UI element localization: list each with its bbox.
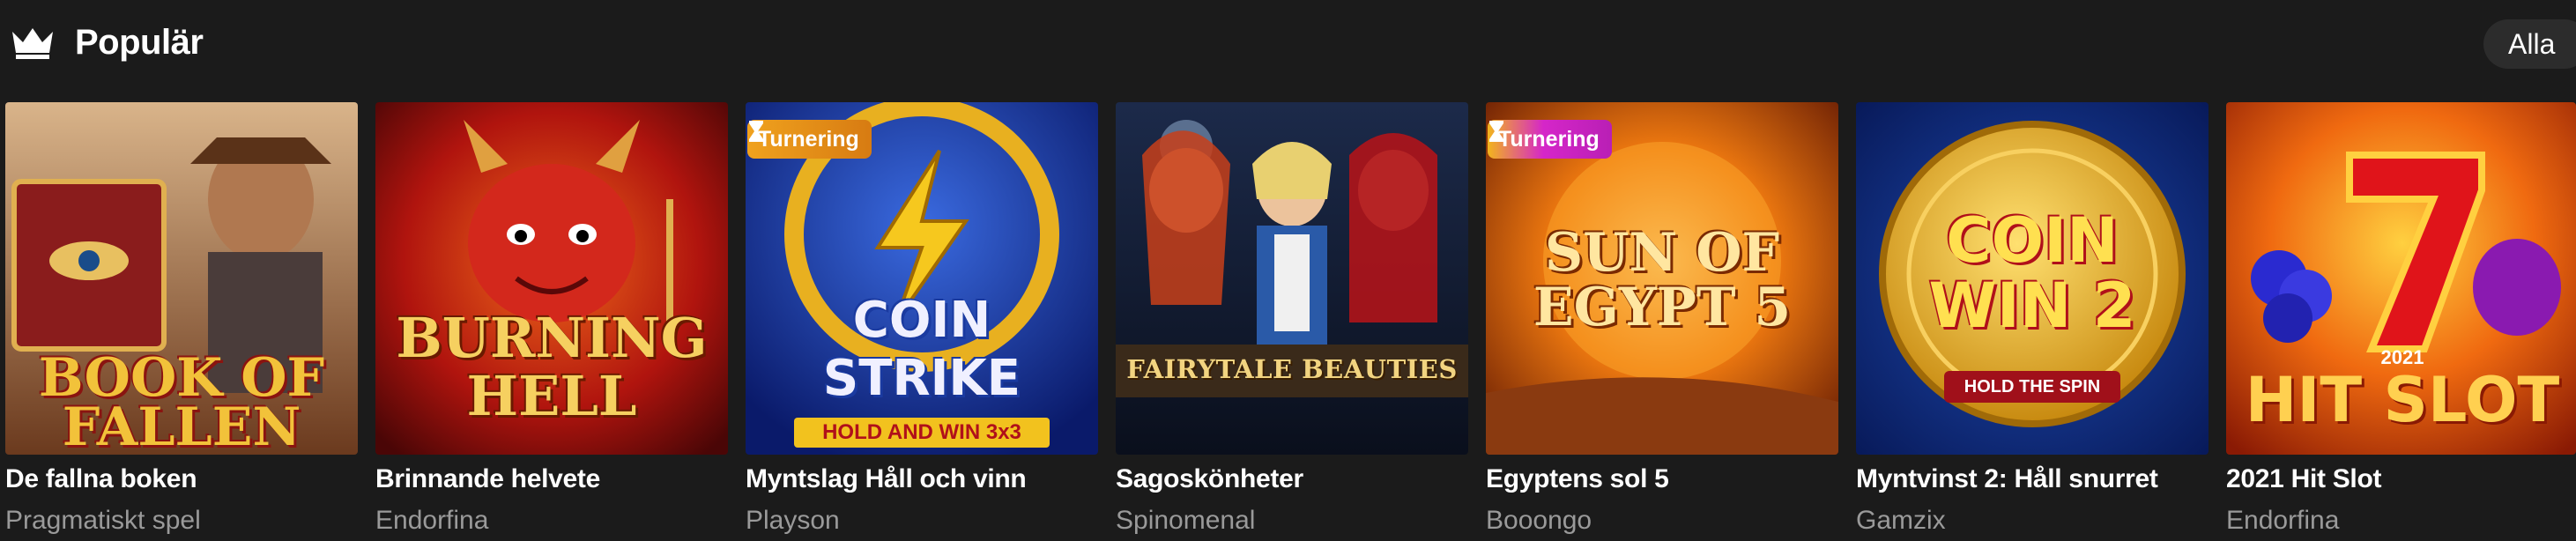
game-thumbnail[interactable]: COIN WIN 2 HOLD THE SPIN <box>1856 102 2209 455</box>
game-art-text: SUN OF EGYPT 5 <box>1533 222 1792 338</box>
game-provider: Spinomenal <box>1116 506 1256 535</box>
game-card-coin-win-2[interactable]: COIN WIN 2 HOLD THE SPIN Myntvinst 2: Hå… <box>1856 102 2209 541</box>
game-title[interactable]: Myntslag Håll och vinn <box>746 462 1098 497</box>
game-title[interactable]: Brinnande helvete <box>375 462 728 497</box>
game-provider: Booongo <box>1486 506 1592 535</box>
game-art-text: BURNING HELL <box>396 306 708 428</box>
game-art-subtext: HOLD AND WIN 3x3 <box>794 418 1050 448</box>
game-card-sun-of-egypt-5[interactable]: Turnering SUN OF EGYPT 5 Egyptens sol 5 … <box>1486 102 1838 541</box>
show-all-button[interactable]: Alla <box>2483 19 2576 69</box>
game-art-text: BOOK OF FALLEN <box>38 347 325 455</box>
game-provider: Playson <box>746 506 840 535</box>
game-card-fairytale-beauties[interactable]: FAIRYTALE BEAUTIES Sagoskönheter Spinome… <box>1116 102 1468 541</box>
game-provider: Pragmatiskt spel <box>5 506 201 535</box>
game-card-burning-hell[interactable]: BURNING HELL Brinnande helvete Endorfina <box>375 102 728 541</box>
game-provider: Gamzix <box>1856 506 1946 535</box>
game-thumbnail[interactable]: Turnering SUN OF EGYPT 5 <box>1486 102 1838 455</box>
tournament-badge: Turnering <box>1488 120 1612 159</box>
game-thumbnail[interactable]: Turnering COIN STRIKE HOLD AND WIN 3x3 <box>746 102 1098 455</box>
crown-icon <box>12 28 53 59</box>
game-card-2021-hit-slot[interactable]: 2021 HIT SLOT 2021 Hit Slot Endorfina <box>2226 102 2576 541</box>
game-thumbnail[interactable]: BOOK OF FALLEN <box>5 102 358 455</box>
game-art-text: COIN WIN 2 <box>1928 204 2136 342</box>
game-art-text: COIN STRIKE <box>822 292 1021 407</box>
game-title[interactable]: De fallna boken <box>5 462 358 497</box>
badge-label: Turnering <box>1498 127 1600 152</box>
hourglass-icon <box>1489 121 1503 142</box>
game-card-coin-strike[interactable]: Turnering COIN STRIKE HOLD AND WIN 3x3 M… <box>746 102 1098 541</box>
game-art-subtext: HOLD THE SPIN <box>1964 377 2101 396</box>
game-thumbnail[interactable]: 2021 HIT SLOT <box>2226 102 2576 455</box>
badge-label: Turnering <box>758 127 859 152</box>
game-thumbnail[interactable]: FAIRYTALE BEAUTIES <box>1116 102 1468 455</box>
section-title: Populär <box>75 23 204 62</box>
hourglass-icon <box>749 121 763 142</box>
game-card-book-of-fallen[interactable]: BOOK OF FALLEN De fallna boken Pragmatis… <box>5 102 358 541</box>
game-title[interactable]: 2021 Hit Slot <box>2226 462 2576 497</box>
game-provider: Endorfina <box>375 506 489 535</box>
game-provider: Endorfina <box>2226 506 2340 535</box>
game-title[interactable]: Myntvinst 2: Håll snurret <box>1856 462 2209 497</box>
game-art-text: FAIRYTALE BEAUTIES <box>1126 354 1458 384</box>
game-title[interactable]: Egyptens sol 5 <box>1486 462 1838 497</box>
tournament-badge: Turnering <box>747 120 872 159</box>
game-thumbnail[interactable]: BURNING HELL <box>375 102 728 455</box>
section-header: Populär Alla <box>0 0 2576 88</box>
game-art-text: HIT SLOT <box>2245 364 2560 436</box>
game-title[interactable]: Sagoskönheter <box>1116 462 1468 497</box>
